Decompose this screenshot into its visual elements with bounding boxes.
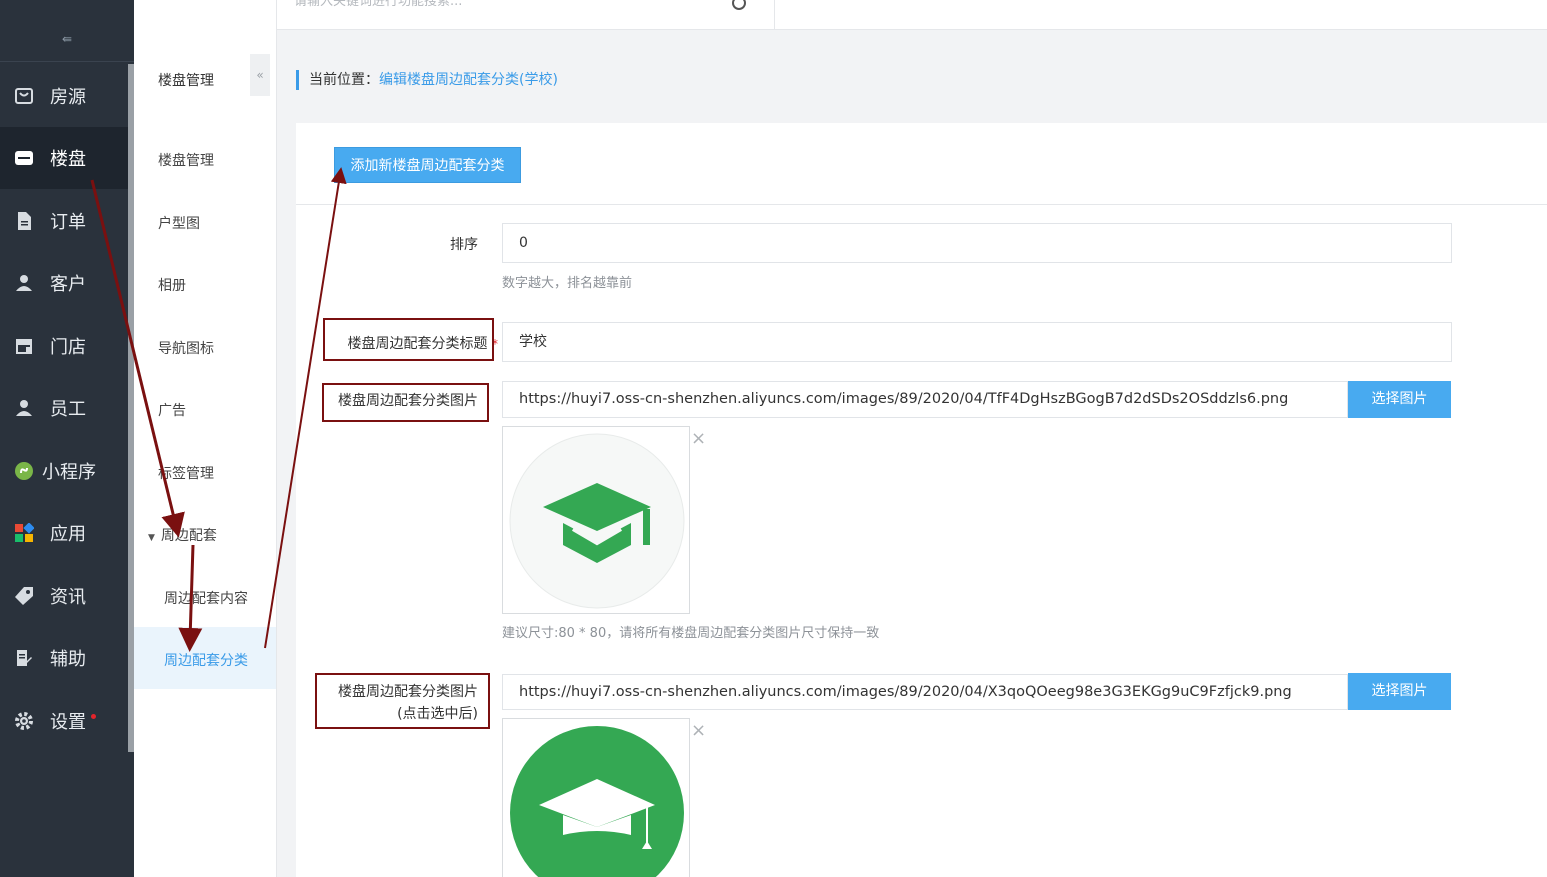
annotation-arrows — [90, 167, 347, 652]
